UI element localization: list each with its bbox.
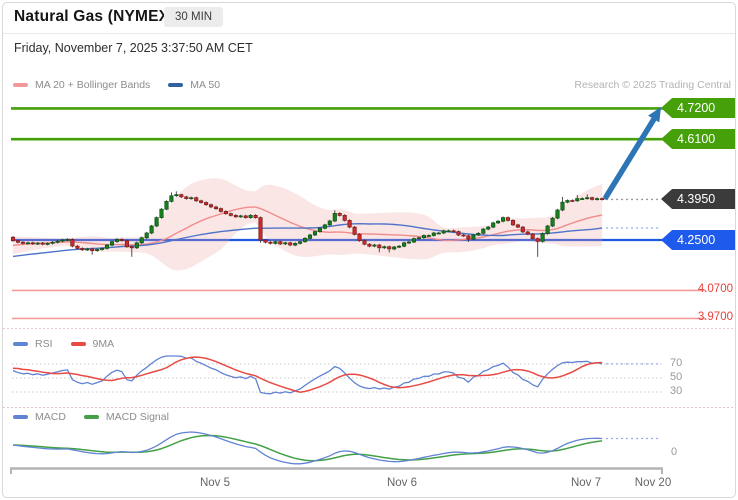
macd-legend-label: MACD (35, 411, 66, 423)
rsi-legend: RSI 9MA (13, 338, 114, 350)
rsi-legend-swatch (13, 342, 28, 346)
x-axis-label-nov5: Nov 5 (199, 477, 231, 489)
ma50-legend-swatch (168, 83, 184, 87)
ma20-bollinger-legend-swatch (13, 83, 28, 87)
price-chart-canvas (3, 107, 735, 474)
x-axis-label-nov6: Nov 6 (386, 477, 418, 489)
macd-legend: MACD MACD Signal (13, 411, 169, 423)
rsi-tick-70: 70 (670, 357, 683, 369)
research-credit: Research © 2025 Trading Central (574, 79, 731, 91)
support-price-label-1: 4.0700 (697, 283, 733, 295)
macd-signal-legend-label: MACD Signal (105, 411, 169, 423)
ma20-bollinger-legend-label: MA 20 + Bollinger Bands (35, 79, 151, 91)
ma50-legend-label: MA 50 (190, 79, 221, 91)
macd-zero-tick: 0 (671, 446, 678, 458)
rsi-legend-label: RSI (35, 338, 53, 350)
macd-signal-legend-swatch (83, 415, 99, 419)
page-title: Natural Gas (NYMEX) (14, 8, 175, 25)
macd-legend-swatch (13, 415, 28, 419)
resistance-price-tag-1: 4.7200 (661, 98, 735, 118)
chart-datetime: Friday, November 7, 2025 3:37:50 AM CET (14, 41, 253, 55)
last-price-tag: 4.3950 (661, 189, 735, 209)
rsi-ma-legend-swatch (70, 342, 86, 346)
header-divider (3, 33, 735, 34)
pivot-support-price-tag: 4.2500 (661, 230, 735, 250)
rsi-tick-30: 30 (670, 385, 683, 397)
x-axis-label-nov20: Nov 20 (634, 477, 672, 489)
support-price-label-2: 3.9700 (697, 311, 733, 323)
rsi-tick-50: 50 (670, 371, 683, 383)
rsi-ma-legend-label: 9MA (92, 338, 115, 350)
resistance-price-tag-2: 4.6100 (661, 129, 735, 149)
main-legend: MA 20 + Bollinger Bands MA 50 (13, 79, 220, 91)
timeframe-badge: 30 MIN (164, 7, 224, 27)
x-axis-label-nov7: Nov 7 (570, 477, 602, 489)
